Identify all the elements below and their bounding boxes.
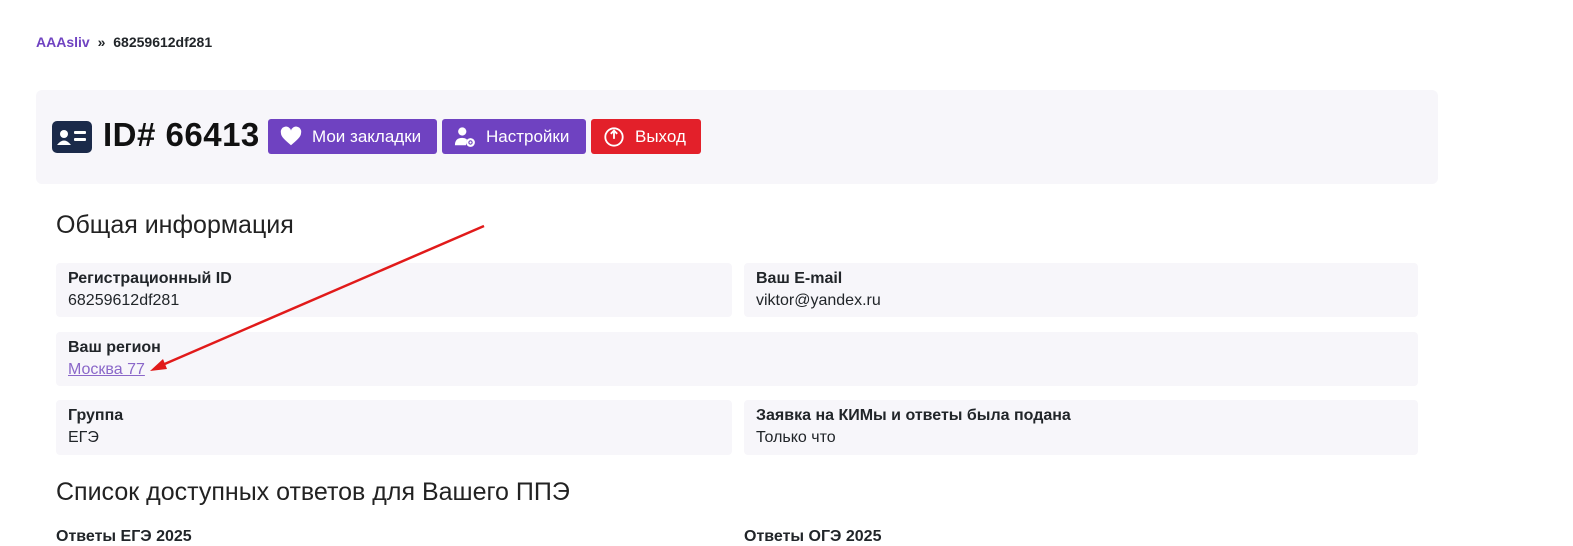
breadcrumb: AAAsliv » 68259612df281 [36,34,212,50]
logout-button[interactable]: Выход [591,119,701,154]
breadcrumb-separator: » [97,34,106,50]
region-label: Ваш регион [68,339,161,356]
power-icon [603,126,625,148]
breadcrumb-current: 68259612df281 [113,34,213,50]
registration-id-label: Регистрационный ID [68,270,232,287]
heart-icon [280,126,302,148]
registration-id-value: 68259612df281 [68,292,180,309]
page-title: ID# 66413 [103,116,260,153]
group-label: Группа [68,407,124,424]
registration-id-card: Регистрационный ID 68259612df281 [56,263,732,317]
logout-button-label: Выход [635,126,686,146]
request-value: Только что [756,429,836,446]
answers-list-title: Список доступных ответов для Вашего ППЭ [56,478,570,506]
breadcrumb-home-link[interactable]: AAAsliv [36,34,90,50]
region-link[interactable]: Москва 77 [68,361,145,378]
profile-header: ID# 66413 Мои закладки Настройки Выход [36,90,1438,184]
email-value: viktor@yandex.ru [756,292,881,309]
oge-answers-heading: Ответы ОГЭ 2025 [744,528,882,545]
group-value: ЕГЭ [68,429,99,446]
settings-button-label: Настройки [486,126,570,146]
region-card: Ваш регион Москва 77 [56,332,1418,386]
request-card: Заявка на КИМы и ответы была подана Толь… [744,400,1418,455]
bookmarks-button-label: Мои закладки [312,126,422,146]
group-card: Группа ЕГЭ [56,400,732,455]
bookmarks-button[interactable]: Мои закладки [268,119,437,154]
id-card-icon [52,121,92,153]
settings-button[interactable]: Настройки [442,119,586,154]
user-gear-icon [454,126,476,148]
email-label: Ваш E-mail [756,270,843,287]
ege-answers-heading: Ответы ЕГЭ 2025 [56,528,192,545]
general-info-title: Общая информация [56,211,294,239]
email-card: Ваш E-mail viktor@yandex.ru [744,263,1418,317]
request-label: Заявка на КИМы и ответы была подана [756,407,1071,424]
